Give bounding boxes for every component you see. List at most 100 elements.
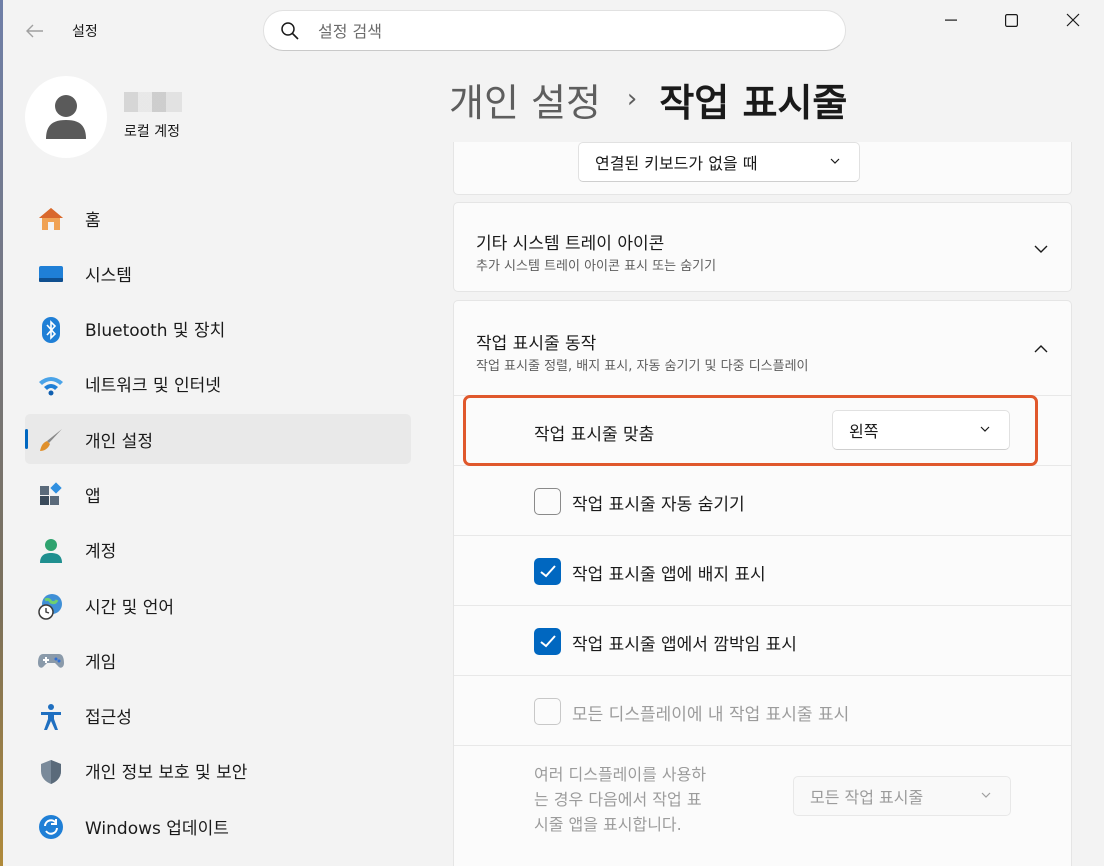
label-line: 여러 디스플레이를 사용하 (534, 765, 707, 784)
accessibility-icon (37, 703, 65, 731)
sidebar-item-windows-update[interactable]: Windows 업데이트 (25, 801, 411, 851)
badges-checkbox[interactable] (534, 558, 561, 585)
option-row[interactable]: 작업 표시줄 앱에서 깜박임 표시 (454, 605, 1071, 675)
chevron-down-icon (981, 792, 991, 798)
alignment-label: 작업 표시줄 맞춤 (534, 425, 655, 445)
option-row[interactable]: 작업 표시줄 앱에 배지 표시 (454, 535, 1071, 605)
maximize-icon (1004, 13, 1018, 27)
arrow-left-icon (26, 24, 43, 38)
dropdown-value: 왼쪽 (849, 422, 879, 441)
title-bar: 설정 (0, 0, 1104, 62)
auto-hide-checkbox[interactable] (534, 488, 561, 515)
selection-indicator (25, 429, 28, 450)
avatar[interactable] (25, 76, 107, 158)
dropdown-value: 연결된 키보드가 없을 때 (595, 154, 758, 173)
chevron-down-icon (830, 158, 840, 164)
close-icon (1066, 13, 1080, 27)
page-title: 작업 표시줄 (659, 80, 848, 125)
sidebar-item-accounts[interactable]: 계정 (25, 525, 411, 575)
home-icon (37, 205, 65, 233)
sidebar-item-bluetooth[interactable]: Bluetooth 및 장치 (25, 304, 411, 354)
sidebar-item-apps[interactable]: 앱 (25, 469, 411, 519)
shield-icon (37, 758, 65, 786)
option-label: 작업 표시줄 자동 숨기기 (572, 495, 745, 515)
chevron-up-icon (1034, 345, 1048, 353)
multi-display-label: 여러 디스플레이를 사용하 는 경우 다음에서 작업 표 시줄 앱을 표시합니다… (534, 762, 774, 837)
alignment-dropdown[interactable]: 왼쪽 (832, 410, 1010, 450)
system-icon (37, 260, 65, 288)
user-name-redacted (124, 92, 182, 112)
alignment-row: 작업 표시줄 맞춤 왼쪽 (454, 395, 1071, 465)
search-box[interactable] (263, 10, 846, 51)
wifi-icon (37, 371, 65, 399)
touch-keyboard-card: 연결된 키보드가 없을 때 (453, 142, 1072, 195)
multi-display-row: 여러 디스플레이를 사용하 는 경우 다음에서 작업 표 시줄 앱을 표시합니다… (454, 745, 1071, 865)
time-language-icon (37, 592, 65, 620)
sidebar-item-label: 접근성 (85, 708, 132, 729)
sidebar-item-label: 네트워크 및 인터넷 (85, 376, 221, 397)
sidebar-item-label: 시스템 (85, 265, 132, 286)
minimize-button[interactable] (920, 0, 982, 40)
account-icon (37, 537, 65, 565)
breadcrumb: 개인 설정 › 작업 표시줄 (449, 72, 848, 127)
sidebar-item-personalization[interactable]: 개인 설정 (25, 414, 411, 465)
card-title: 작업 표시줄 동작 (476, 334, 597, 354)
option-row: 모든 디스플레이에 내 작업 표시줄 표시 (454, 675, 1071, 745)
card-subtitle: 작업 표시줄 정렬, 배지 표시, 자동 숨기기 및 다중 디스플레이 (476, 359, 809, 374)
option-label: 작업 표시줄 앱에 배지 표시 (572, 565, 766, 585)
gamepad-icon (37, 647, 65, 675)
person-icon (46, 95, 86, 139)
flashing-checkbox[interactable] (534, 628, 561, 655)
taskbar-behaviors-card: 작업 표시줄 동작 작업 표시줄 정렬, 배지 표시, 자동 숨기기 및 다중 … (453, 300, 1072, 866)
sidebar-item-accessibility[interactable]: 접근성 (25, 691, 411, 741)
multi-display-dropdown[interactable]: 모든 작업 표시줄 (793, 776, 1011, 816)
bluetooth-icon (37, 316, 65, 344)
chevron-down-icon (1034, 245, 1048, 253)
checkmark-icon (540, 635, 556, 648)
account-type: 로컬 계정 (124, 124, 180, 140)
sidebar-item-time-language[interactable]: 시간 및 언어 (25, 580, 411, 630)
sidebar-item-label: 게임 (85, 652, 117, 673)
sidebar-item-label: Windows 업데이트 (85, 818, 229, 839)
option-row[interactable]: 작업 표시줄 자동 숨기기 (454, 465, 1071, 535)
breadcrumb-parent[interactable]: 개인 설정 (449, 72, 601, 127)
sidebar-item-system[interactable]: 시스템 (25, 248, 411, 298)
card-title: 기타 시스템 트레이 아이콘 (476, 234, 665, 254)
app-title: 설정 (72, 24, 98, 40)
sidebar-item-label: 개인 정보 보호 및 보안 (85, 763, 248, 784)
label-line: 시줄 앱을 표시합니다. (534, 815, 682, 834)
card-subtitle: 추가 시스템 트레이 아이콘 표시 또는 숨기기 (476, 259, 717, 274)
sidebar-item-label: 홈 (85, 210, 101, 231)
sidebar-item-privacy[interactable]: 개인 정보 보호 및 보안 (25, 746, 411, 796)
dropdown-value: 모든 작업 표시줄 (810, 788, 924, 807)
label-line: 는 경우 다음에서 작업 표 (534, 790, 702, 809)
all-displays-checkbox[interactable] (534, 698, 561, 725)
close-button[interactable] (1042, 0, 1104, 40)
sidebar-item-label: 시간 및 언어 (85, 597, 175, 618)
update-icon (37, 813, 65, 841)
brush-icon (37, 426, 65, 454)
breadcrumb-separator: › (626, 84, 638, 114)
sidebar-item-gaming[interactable]: 게임 (25, 635, 411, 685)
sidebar-item-label: 앱 (85, 486, 101, 507)
other-tray-icons-card[interactable]: 기타 시스템 트레이 아이콘 추가 시스템 트레이 아이콘 표시 또는 숨기기 (453, 202, 1072, 292)
apps-icon (37, 481, 65, 509)
chevron-down-icon (980, 426, 990, 432)
touch-keyboard-dropdown[interactable]: 연결된 키보드가 없을 때 (578, 142, 860, 182)
behaviors-header[interactable]: 작업 표시줄 동작 작업 표시줄 정렬, 배지 표시, 자동 숨기기 및 다중 … (454, 301, 1071, 395)
sidebar-item-label: Bluetooth 및 장치 (85, 321, 226, 342)
sidebar-item-label: 개인 설정 (85, 431, 153, 452)
sidebar-item-home[interactable]: 홈 (25, 193, 411, 243)
option-label: 작업 표시줄 앱에서 깜박임 표시 (572, 635, 797, 655)
option-label: 모든 디스플레이에 내 작업 표시줄 표시 (572, 705, 850, 725)
sidebar-item-label: 계정 (85, 542, 117, 563)
back-button[interactable] (22, 18, 48, 44)
search-icon (281, 22, 299, 40)
search-input[interactable] (318, 19, 818, 43)
maximize-button[interactable] (980, 0, 1042, 40)
minimize-icon (945, 19, 957, 21)
checkmark-icon (540, 565, 556, 578)
sidebar-item-network[interactable]: 네트워크 및 인터넷 (25, 359, 411, 409)
sidebar-nav: 홈 시스템 Bluetooth 및 장치 네트워크 및 인터넷 개인 설정 앱 (25, 193, 411, 857)
desktop-edge (0, 0, 3, 866)
